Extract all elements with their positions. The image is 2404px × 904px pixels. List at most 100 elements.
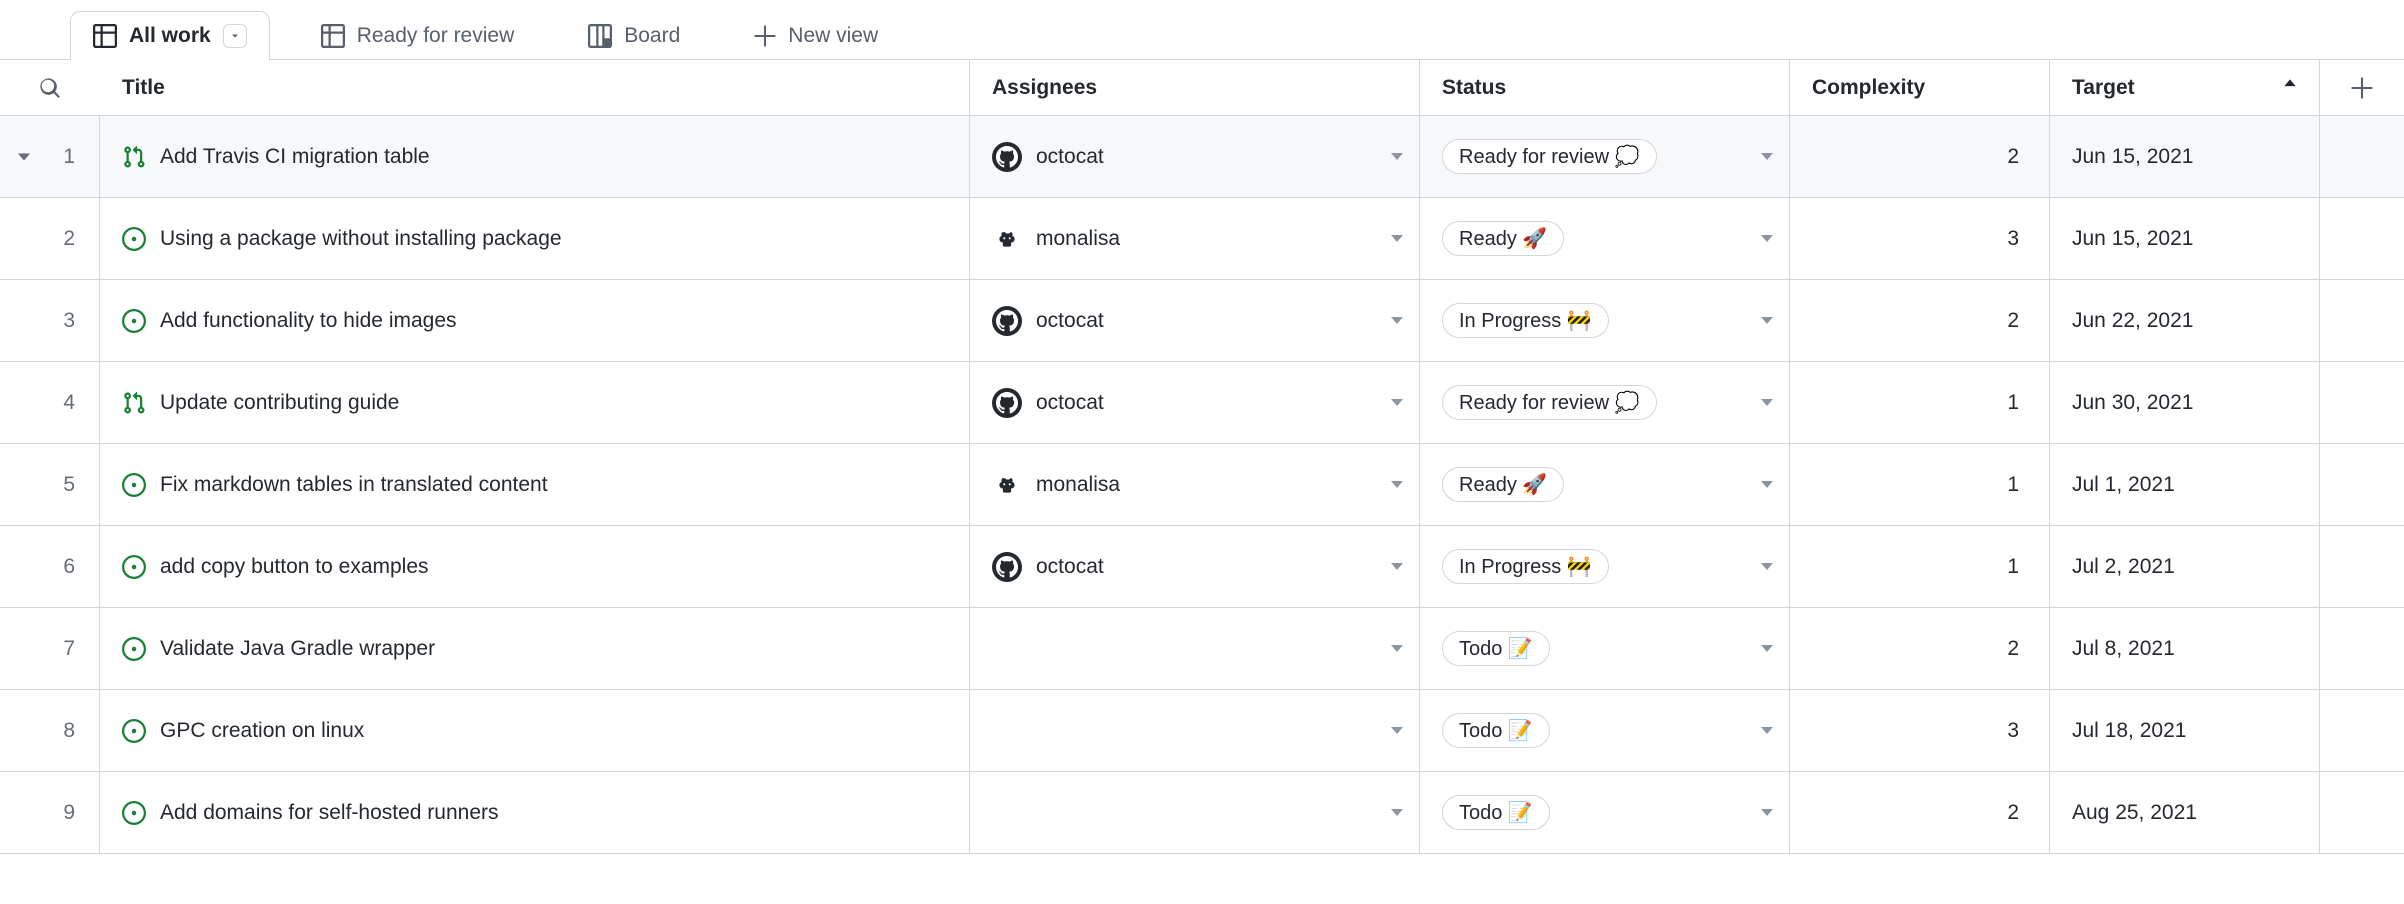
cell-status[interactable]: In Progress 🚧 [1420,280,1790,361]
row-number[interactable]: 5 [0,444,100,525]
table-row[interactable]: 2Using a package without installing pack… [0,198,2404,280]
issue-open-icon [122,555,146,579]
add-column-button[interactable] [2320,60,2404,115]
cell-target[interactable]: Jul 8, 2021 [2050,608,2320,689]
row-number[interactable]: 1 [0,116,100,197]
chevron-down-icon [1391,399,1403,406]
row-number[interactable]: 8 [0,690,100,771]
table-row[interactable]: 6add copy button to examplesoctocatIn Pr… [0,526,2404,608]
column-target[interactable]: Target [2050,60,2320,115]
table-row[interactable]: 1Add Travis CI migration tableoctocatRea… [0,116,2404,198]
chevron-down-icon [1761,809,1773,816]
cell-title[interactable]: Add functionality to hide images [100,280,970,361]
table-row[interactable]: 8GPC creation on linux Todo 📝 3Jul 18, 202… [0,690,2404,772]
table-row[interactable]: 9Add domains for self-hosted runners Todo… [0,772,2404,854]
cell-spacer [2320,362,2404,443]
cell-title[interactable]: add copy button to examples [100,526,970,607]
cell-complexity[interactable]: 2 [1790,116,2050,197]
status-badge: Todo 📝 [1442,795,1550,830]
cell-target[interactable]: Jun 15, 2021 [2050,198,2320,279]
status-badge: Todo 📝 [1442,713,1550,748]
cell-title[interactable]: Add domains for self-hosted runners [100,772,970,853]
cell-status[interactable]: Todo 📝 [1420,772,1790,853]
cell-spacer [2320,608,2404,689]
cell-assignees[interactable]: octocat [970,526,1420,607]
cell-assignees[interactable] [970,608,1420,689]
table-row[interactable]: 5Fix markdown tables in translated conte… [0,444,2404,526]
row-number[interactable]: 2 [0,198,100,279]
cell-target[interactable]: Jun 15, 2021 [2050,116,2320,197]
chevron-down-icon [1391,727,1403,734]
cell-status[interactable]: In Progress 🚧 [1420,526,1790,607]
cell-title[interactable]: Update contributing guide [100,362,970,443]
tab-new-view[interactable]: New view [731,11,901,60]
cell-complexity[interactable]: 3 [1790,198,2050,279]
cell-status[interactable]: Ready 🚀 [1420,444,1790,525]
table-row[interactable]: 3Add functionality to hide imagesoctocat… [0,280,2404,362]
cell-target[interactable]: Jul 2, 2021 [2050,526,2320,607]
cell-status[interactable]: Ready 🚀 [1420,198,1790,279]
cell-title[interactable]: GPC creation on linux [100,690,970,771]
avatar [992,388,1022,418]
cell-complexity[interactable]: 2 [1790,608,2050,689]
chevron-down-icon [1761,153,1773,160]
avatar [992,224,1022,254]
cell-spacer [2320,280,2404,361]
column-complexity[interactable]: Complexity [1790,60,2050,115]
table-row[interactable]: 7Validate Java Gradle wrapper Todo 📝2Jul … [0,608,2404,690]
chevron-down-icon [1391,235,1403,242]
row-number[interactable]: 6 [0,526,100,607]
issue-open-icon [122,227,146,251]
cell-target[interactable]: Jun 22, 2021 [2050,280,2320,361]
cell-complexity[interactable]: 2 [1790,280,2050,361]
row-number[interactable]: 7 [0,608,100,689]
column-header-row: Title Assignees Status Complexity Target [0,60,2404,116]
row-number[interactable]: 4 [0,362,100,443]
cell-assignees[interactable] [970,772,1420,853]
cell-assignees[interactable]: octocat [970,116,1420,197]
chevron-down-icon [1761,399,1773,406]
cell-complexity[interactable]: 1 [1790,526,2050,607]
cell-title[interactable]: Validate Java Gradle wrapper [100,608,970,689]
cell-spacer [2320,444,2404,525]
tab-board[interactable]: Board [565,11,703,60]
tab-label: Board [624,24,680,48]
cell-status[interactable]: Ready for review 💭 [1420,362,1790,443]
cell-complexity[interactable]: 2 [1790,772,2050,853]
table-row[interactable]: 4Update contributing guideoctocatReady f… [0,362,2404,444]
cell-assignees[interactable]: monalisa [970,198,1420,279]
issue-open-icon [122,637,146,661]
search-button[interactable] [0,60,100,115]
tab-ready-for-review[interactable]: Ready for review [298,11,538,60]
issue-open-icon [122,719,146,743]
tab-menu-caret[interactable] [223,24,247,48]
cell-assignees[interactable] [970,690,1420,771]
cell-status[interactable]: Todo 📝 [1420,608,1790,689]
cell-spacer [2320,116,2404,197]
row-number[interactable]: 3 [0,280,100,361]
cell-complexity[interactable]: 3 [1790,690,2050,771]
cell-target[interactable]: Jul 18, 2021 [2050,690,2320,771]
cell-status[interactable]: Ready for review 💭 [1420,116,1790,197]
cell-assignees[interactable]: monalisa [970,444,1420,525]
cell-assignees[interactable]: octocat [970,362,1420,443]
issue-open-icon [122,801,146,825]
cell-target[interactable]: Jul 1, 2021 [2050,444,2320,525]
chevron-down-icon [1761,563,1773,570]
cell-status[interactable]: Todo 📝 [1420,690,1790,771]
cell-spacer [2320,772,2404,853]
cell-target[interactable]: Aug 25, 2021 [2050,772,2320,853]
row-number[interactable]: 9 [0,772,100,853]
column-status[interactable]: Status [1420,60,1790,115]
cell-title[interactable]: Using a package without installing packa… [100,198,970,279]
tab-all-work[interactable]: All work [70,11,270,60]
column-assignees[interactable]: Assignees [970,60,1420,115]
chevron-down-icon [1391,481,1403,488]
cell-assignees[interactable]: octocat [970,280,1420,361]
cell-complexity[interactable]: 1 [1790,444,2050,525]
column-title[interactable]: Title [100,60,970,115]
cell-complexity[interactable]: 1 [1790,362,2050,443]
cell-title[interactable]: Add Travis CI migration table [100,116,970,197]
cell-target[interactable]: Jun 30, 2021 [2050,362,2320,443]
cell-title[interactable]: Fix markdown tables in translated conten… [100,444,970,525]
